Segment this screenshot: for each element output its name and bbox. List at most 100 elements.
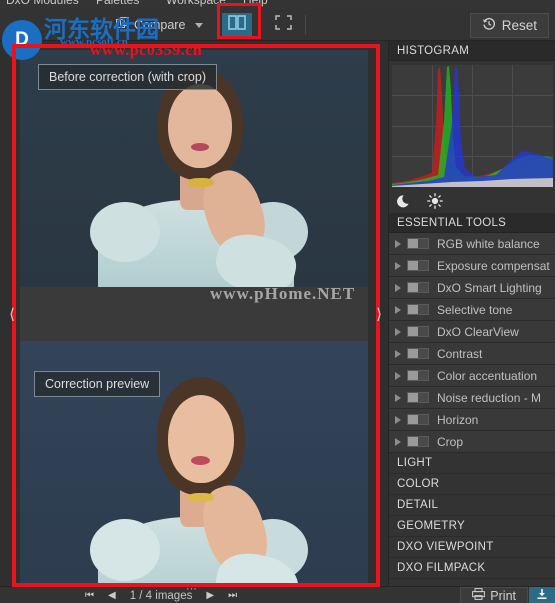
tool-group-light[interactable]: LIGHT <box>389 453 555 474</box>
tool-label: Contrast <box>437 346 483 361</box>
tool-label: Selective tone <box>437 302 513 317</box>
clipping-toggles <box>389 189 555 213</box>
tool-label: Exposure compensat <box>437 258 550 273</box>
tool-row[interactable]: Horizon <box>389 409 555 431</box>
histogram-title: HISTOGRAM <box>397 44 470 57</box>
expand-triangle-icon[interactable] <box>395 327 401 336</box>
watermark-cn-subtitle: www.pcsoft.cn <box>60 36 128 48</box>
tool-toggle[interactable] <box>407 370 429 381</box>
tool-group-detail[interactable]: DETAIL <box>389 495 555 516</box>
image-viewer[interactable]: Before correction (with crop) Correction… <box>0 41 388 586</box>
essential-tools-header[interactable]: ESSENTIAL TOOLS <box>389 213 555 233</box>
tool-toggle[interactable] <box>407 238 429 249</box>
bottom-status-bar: ⏮ ◀ 1 / 4 images ▶ ⏭ Print <box>0 586 555 603</box>
expand-triangle-icon[interactable] <box>395 371 401 380</box>
expand-triangle-icon[interactable] <box>395 305 401 314</box>
chevron-down-icon[interactable] <box>195 22 204 28</box>
expand-triangle-icon[interactable] <box>395 393 401 402</box>
tool-group-color[interactable]: COLOR <box>389 474 555 495</box>
tool-row[interactable]: Selective tone <box>389 299 555 321</box>
fullscreen-icon <box>274 15 292 35</box>
export-button[interactable] <box>529 587 555 603</box>
tool-label: Horizon <box>437 412 479 427</box>
tool-row[interactable]: DxO ClearView <box>389 321 555 343</box>
dxo-photolab-window: DxO Modules Palettes Workspace Help Comp… <box>0 0 555 603</box>
tool-toggle[interactable] <box>407 326 429 337</box>
pane-divider <box>20 287 368 341</box>
tool-toggle[interactable] <box>407 436 429 447</box>
skip-first-icon[interactable]: ⏮ <box>85 590 94 601</box>
ellipsis-icon: ⋯ <box>186 583 197 595</box>
menu-item-workspace[interactable]: Workspace <box>166 0 226 7</box>
tool-group-label: COLOR <box>397 478 440 490</box>
tool-label: RGB white balance <box>437 236 540 251</box>
after-image-label: Correction preview <box>34 371 161 397</box>
expand-triangle-icon[interactable] <box>395 283 401 292</box>
tool-group-label: DXO VIEWPOINT <box>397 541 494 553</box>
tool-label: DxO ClearView <box>437 324 519 339</box>
tool-row[interactable]: Exposure compensat <box>389 255 555 277</box>
tool-row[interactable]: Crop <box>389 431 555 453</box>
tool-row[interactable]: Noise reduction - M <box>389 387 555 409</box>
tool-group-dxo-viewpoint[interactable]: DXO VIEWPOINT <box>389 537 555 558</box>
tool-row[interactable]: Color accentuation <box>389 365 555 387</box>
chevron-right-icon: ⟩ <box>376 306 382 323</box>
tool-toggle[interactable] <box>407 392 429 403</box>
expand-triangle-icon[interactable] <box>395 349 401 358</box>
tool-group-label: DETAIL <box>397 499 439 511</box>
tool-label: DxO Smart Lighting <box>437 280 542 295</box>
menubar: DxO Modules Palettes Workspace Help <box>0 0 555 9</box>
before-image-pane[interactable]: Before correction (with crop) <box>20 50 368 287</box>
tool-group-label: GEOMETRY <box>397 520 466 532</box>
next-image-arrow[interactable]: ⟩ <box>371 299 387 329</box>
tool-row[interactable]: DxO Smart Lighting <box>389 277 555 299</box>
sun-icon[interactable] <box>427 193 443 209</box>
site-logo-badge: D <box>2 20 42 60</box>
expand-triangle-icon[interactable] <box>395 239 401 248</box>
expand-triangle-icon[interactable] <box>395 437 401 446</box>
expand-triangle-icon[interactable] <box>395 415 401 424</box>
fullscreen-button[interactable] <box>268 13 298 37</box>
menu-item-help[interactable]: Help <box>243 0 268 7</box>
essential-tools-list: RGB white balance Exposure compensat DxO… <box>389 233 555 453</box>
histogram-header[interactable]: HISTOGRAM <box>389 41 555 61</box>
right-tools-panel[interactable]: HISTOGRAM ESSENTIAL TOOLS RGB white bala… <box>388 41 555 586</box>
before-image-label: Before correction (with crop) <box>38 64 218 90</box>
histogram-canvas <box>392 65 553 187</box>
tool-group-dxo-filmpack[interactable]: DXO FILMPACK <box>389 558 555 579</box>
skip-last-icon[interactable]: ⏭ <box>228 590 237 601</box>
play-next-icon[interactable]: ▶ <box>206 590 214 601</box>
logo-glyph: D <box>15 29 29 50</box>
tool-row[interactable]: Contrast <box>389 343 555 365</box>
chevron-left-icon: ⟨ <box>9 306 15 323</box>
tool-group-geometry[interactable]: GEOMETRY <box>389 516 555 537</box>
tool-row[interactable]: RGB white balance <box>389 233 555 255</box>
tool-toggle[interactable] <box>407 260 429 271</box>
image-counter: 1 / 4 images <box>129 589 193 602</box>
tool-toggle[interactable] <box>407 348 429 359</box>
previous-image-arrow[interactable]: ⟨ <box>4 299 20 329</box>
tool-label: Noise reduction - M <box>437 390 542 405</box>
menu-item-palettes[interactable]: Palettes <box>96 0 139 7</box>
reset-label: Reset <box>501 18 537 33</box>
play-prev-icon[interactable]: ◀ <box>108 590 116 601</box>
tool-group-label: DXO FILMPACK <box>397 562 486 574</box>
expand-triangle-icon[interactable] <box>395 261 401 270</box>
history-clock-icon <box>482 17 496 34</box>
toolbar-divider <box>305 15 306 35</box>
tool-toggle[interactable] <box>407 414 429 425</box>
split-view-icon <box>228 15 246 35</box>
moon-icon[interactable] <box>397 193 413 209</box>
after-image-pane[interactable]: Correction preview <box>20 341 368 586</box>
tool-group-list: LIGHT COLOR DETAIL GEOMETRY DXO VIEWPOIN… <box>389 453 555 579</box>
reset-button[interactable]: Reset <box>469 13 549 38</box>
menu-item-dxo-modules[interactable]: DxO Modules <box>6 0 79 7</box>
tool-toggle[interactable] <box>407 282 429 293</box>
print-button[interactable]: Print <box>460 587 528 603</box>
split-view-toggle[interactable] <box>222 13 252 37</box>
printer-icon <box>472 588 486 603</box>
tool-label: Crop <box>437 434 464 449</box>
tool-toggle[interactable] <box>407 304 429 315</box>
export-download-icon <box>536 587 548 603</box>
histogram-plot <box>392 65 553 187</box>
